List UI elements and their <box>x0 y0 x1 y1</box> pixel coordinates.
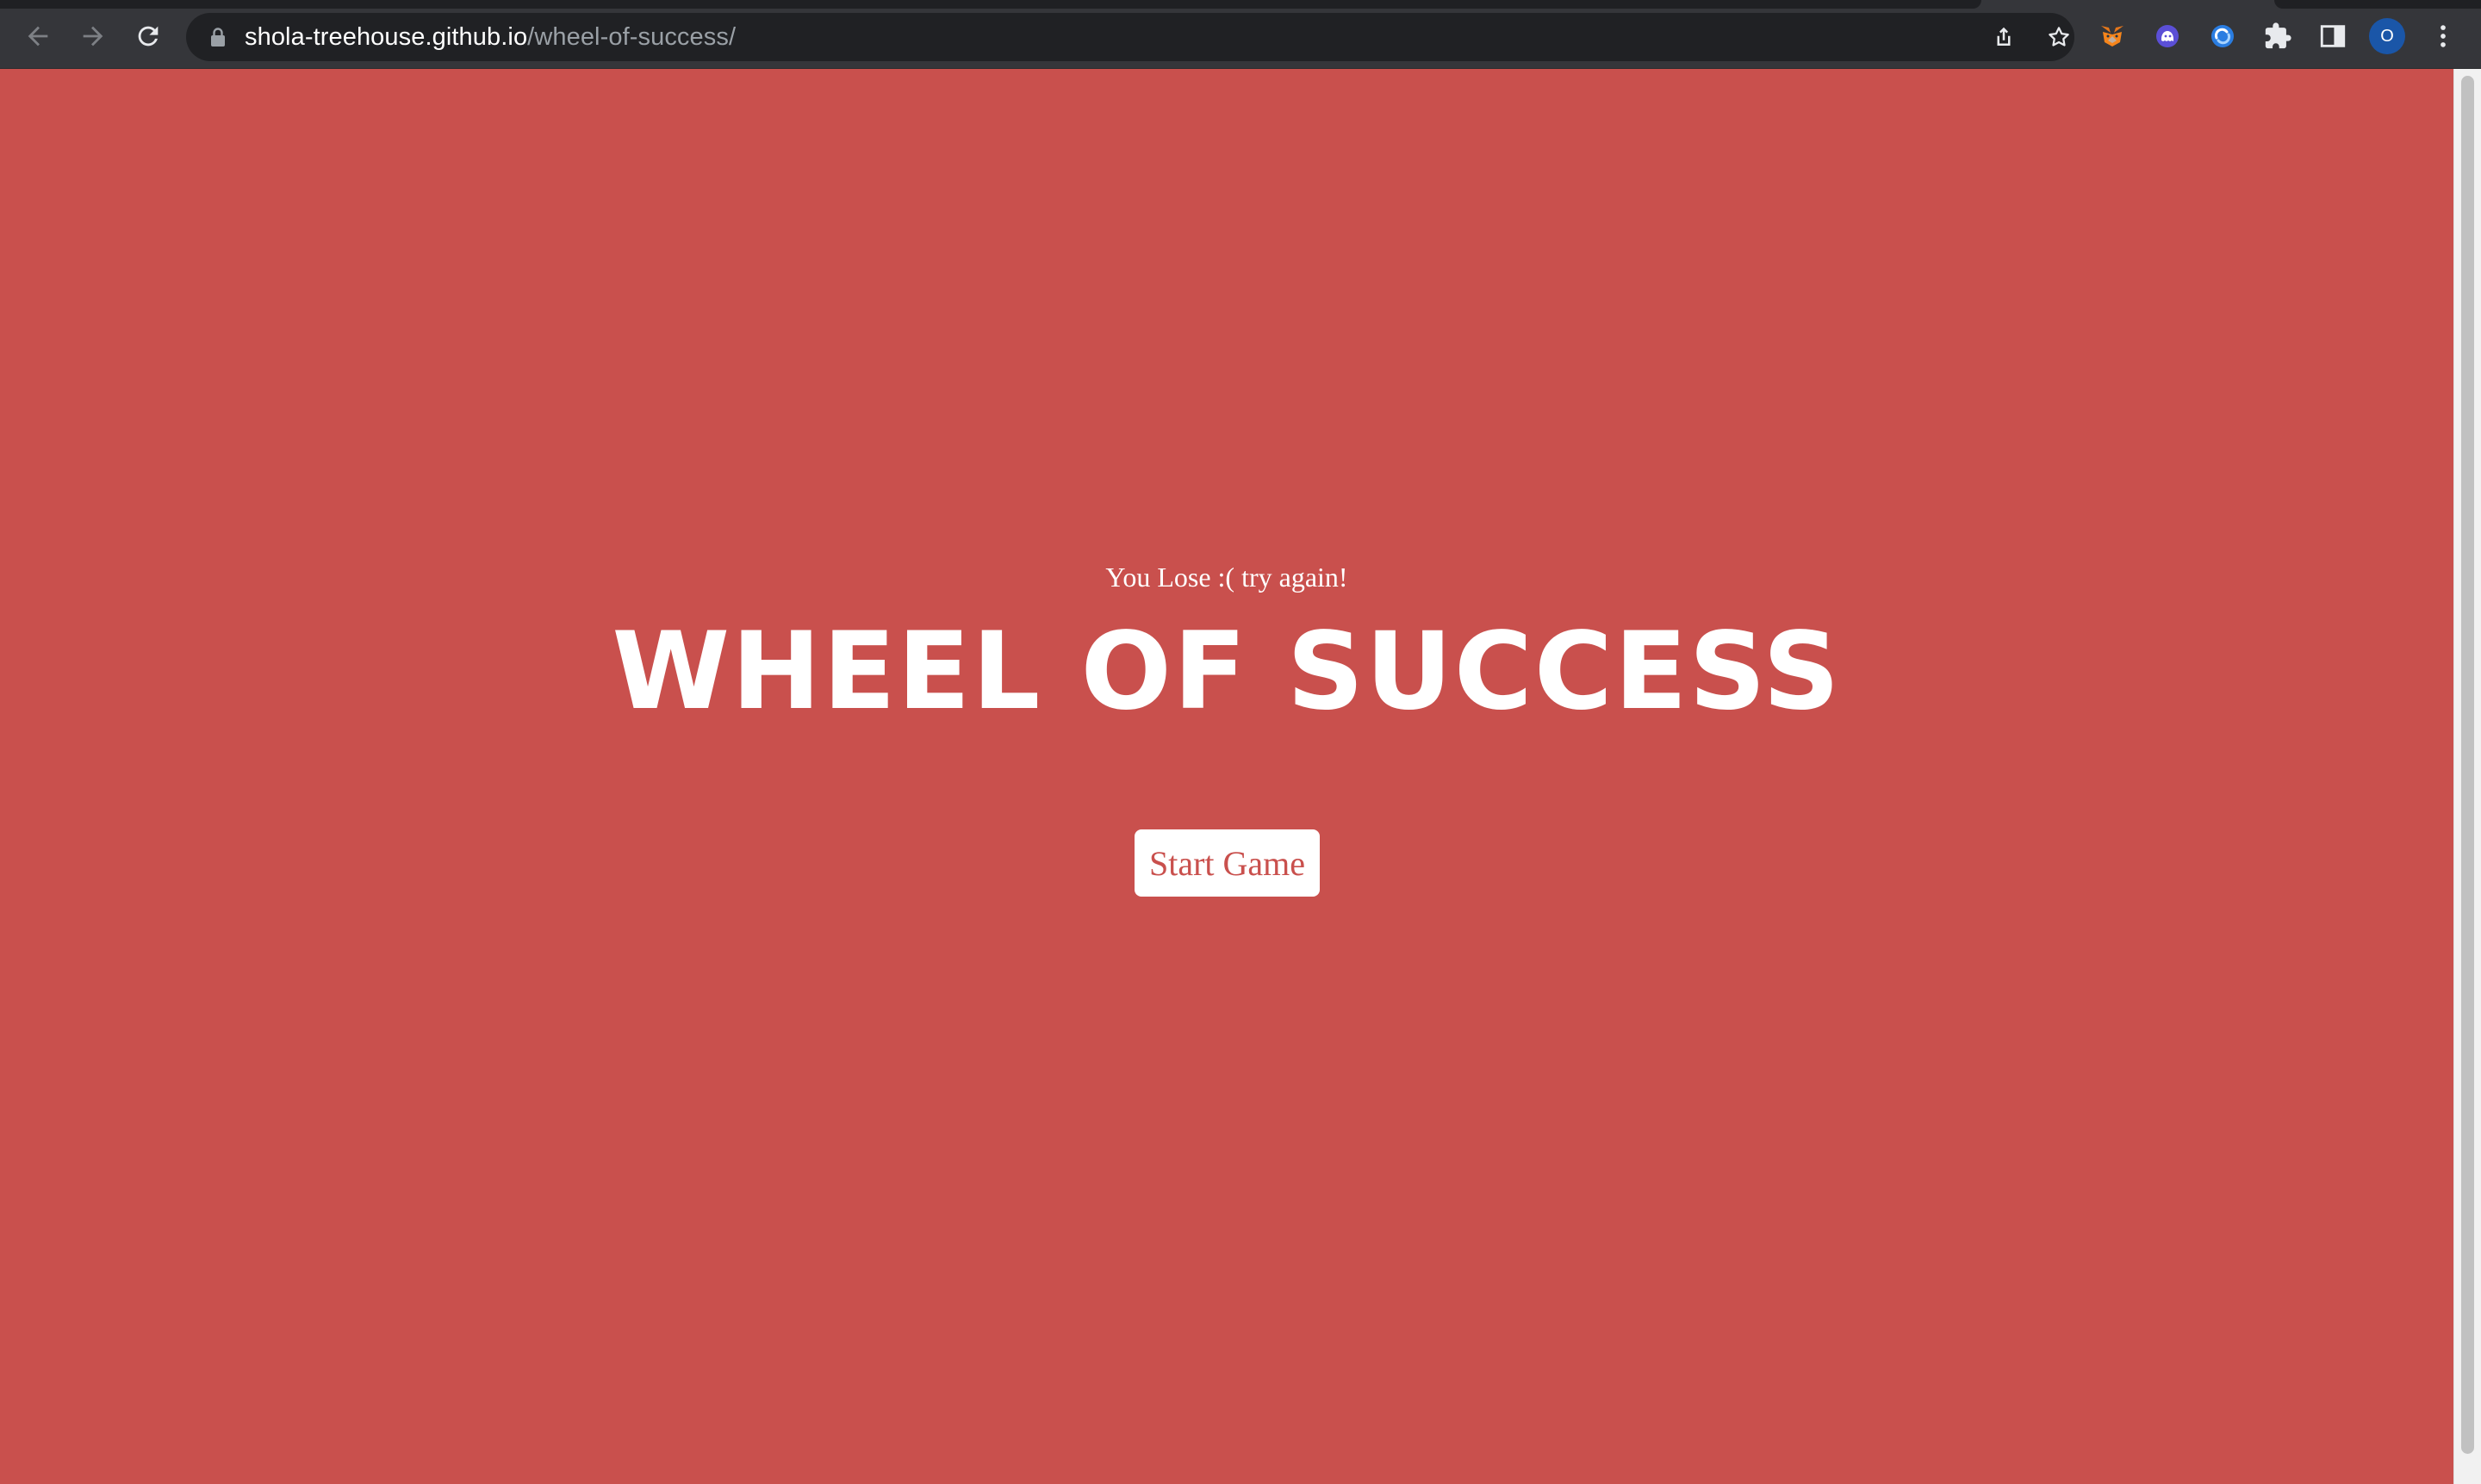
tab-strip-edge-right <box>2274 0 2481 9</box>
start-game-button[interactable]: Start Game <box>1135 829 1320 897</box>
metamask-extension[interactable] <box>2093 17 2131 55</box>
back-button[interactable] <box>19 17 57 55</box>
arrow-left-icon <box>28 26 48 47</box>
browser-toolbar: shola-treehouse.github.io/wheel-of-succe… <box>0 0 2481 69</box>
side-panel-icon <box>2320 25 2346 47</box>
blue-swirl-extension-icon <box>2211 25 2234 47</box>
extensions-button[interactable] <box>2259 17 2297 55</box>
ghost-extension[interactable] <box>2148 17 2186 55</box>
ghost-extension-icon <box>2156 25 2179 47</box>
reload-icon <box>138 26 159 47</box>
profile-avatar[interactable]: O <box>2369 18 2405 54</box>
url-host: shola-treehouse.github.io <box>245 23 528 51</box>
scrollbar-thumb[interactable] <box>2461 76 2474 1454</box>
puzzle-piece-icon <box>2265 22 2291 49</box>
kebab-menu-icon <box>2441 25 2446 47</box>
share-icon <box>1997 27 2011 46</box>
page-title: WHEEL OF SUCCESS <box>612 610 1842 734</box>
address-bar[interactable]: shola-treehouse.github.io/wheel-of-succe… <box>186 13 2074 61</box>
bookmark-button[interactable] <box>2042 20 2076 54</box>
page-viewport <box>0 69 2453 1484</box>
star-icon <box>2049 27 2069 47</box>
reload-button[interactable] <box>129 17 167 55</box>
forward-button[interactable] <box>74 17 112 55</box>
swirl-extension[interactable] <box>2204 17 2242 55</box>
url-path: /wheel-of-success/ <box>527 23 737 51</box>
share-button[interactable] <box>1987 20 2021 54</box>
side-panel-button[interactable] <box>2314 17 2352 55</box>
lock-icon <box>211 28 225 47</box>
metamask-fox-icon <box>2101 26 2123 47</box>
browser-menu-button[interactable] <box>2424 17 2462 55</box>
url-text: shola-treehouse.github.io/wheel-of-succe… <box>245 13 736 61</box>
vertical-scrollbar[interactable] <box>2453 69 2481 1484</box>
tab-strip-edge <box>0 0 1981 9</box>
game-result-message: You Lose :( try again! <box>1105 562 1348 593</box>
arrow-right-icon <box>83 26 103 47</box>
